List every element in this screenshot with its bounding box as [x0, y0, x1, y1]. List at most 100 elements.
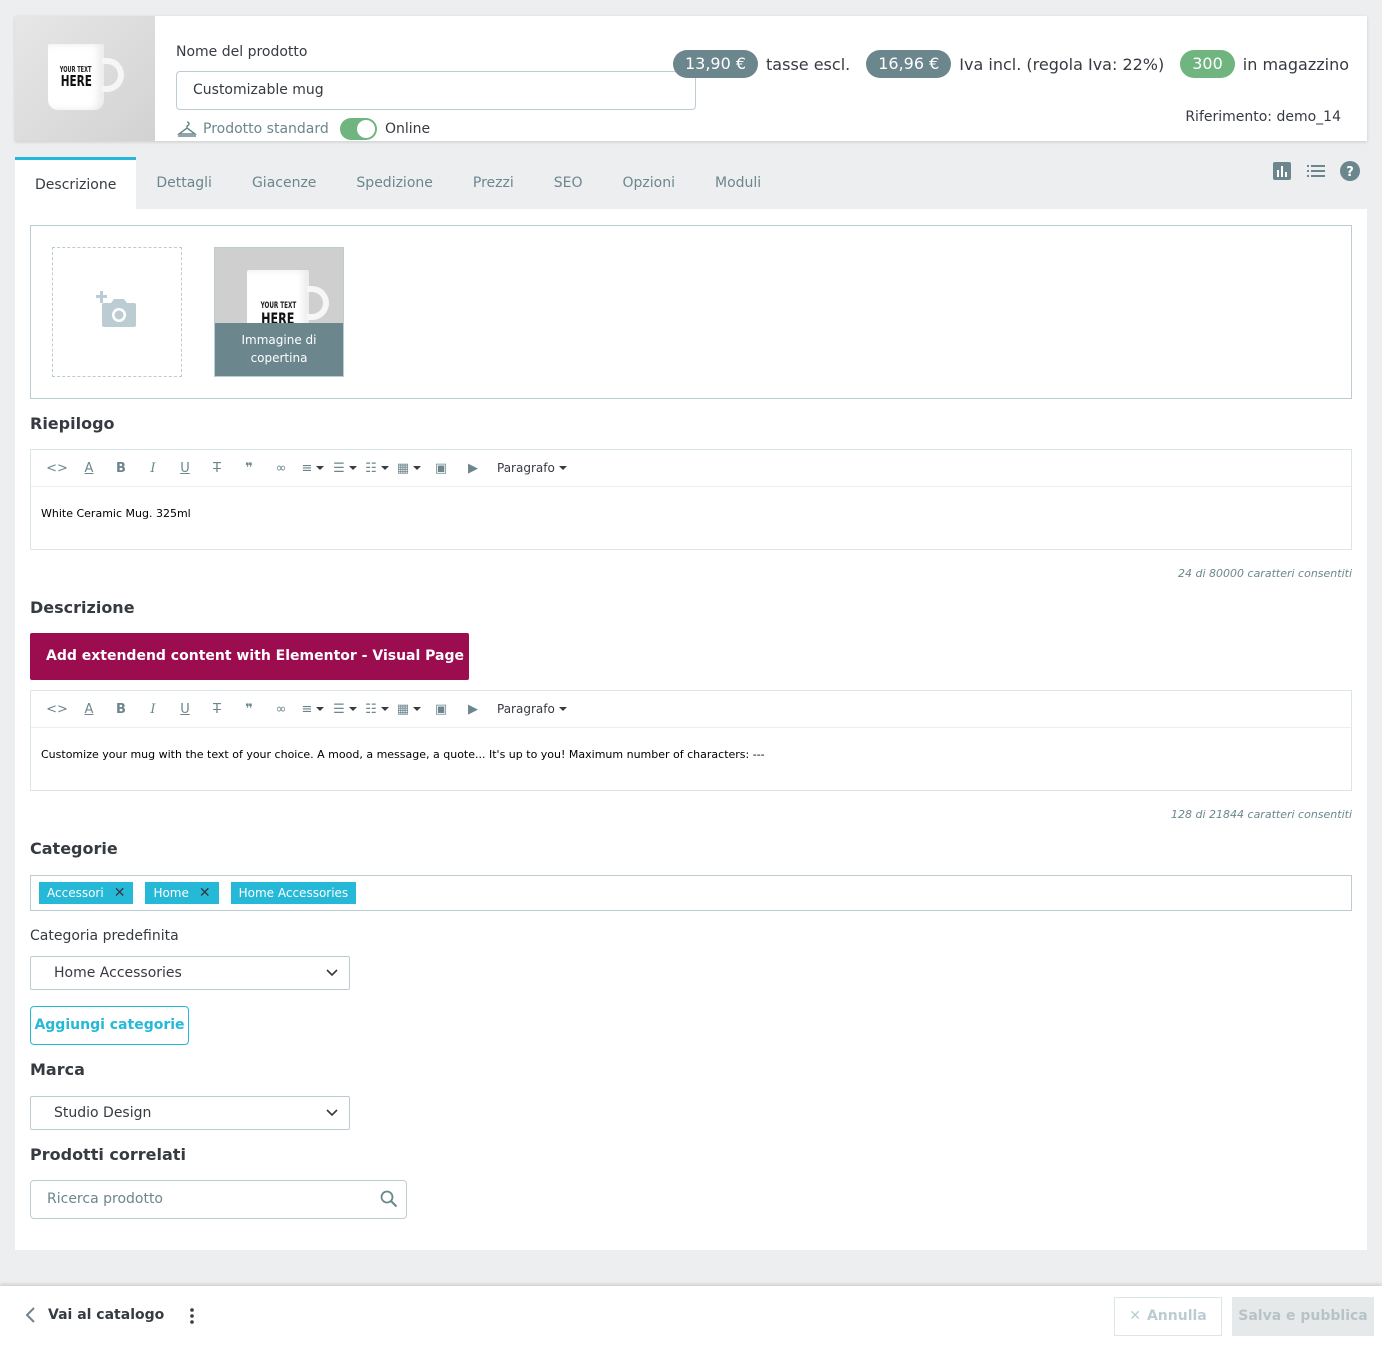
- search-icon: [380, 1190, 398, 1208]
- category-tag: Accessori ✕: [39, 882, 134, 904]
- summary-title: Riepilogo: [30, 414, 115, 433]
- bullet-list-icon[interactable]: ☰: [329, 450, 361, 487]
- italic-icon[interactable]: I: [137, 450, 169, 487]
- cancel-button[interactable]: ✕ Annulla: [1114, 1297, 1222, 1336]
- product-name-label: Nome del prodotto: [176, 44, 308, 60]
- category-tags[interactable]: Accessori ✕ Home ✕ Home Accessories: [30, 875, 1352, 911]
- text-color-icon[interactable]: A: [73, 450, 105, 487]
- stock-badge: 300: [1180, 50, 1235, 78]
- strikethrough-icon[interactable]: T: [201, 691, 233, 728]
- tab-prezzi[interactable]: Prezzi: [453, 157, 534, 210]
- tab-seo[interactable]: SEO: [534, 157, 603, 210]
- underline-icon[interactable]: U: [169, 691, 201, 728]
- price-incl-label: Iva incl. (regola Iva: 22%): [959, 54, 1165, 74]
- tab-dettagli[interactable]: Dettagli: [136, 157, 232, 210]
- remove-tag-icon[interactable]: ✕: [114, 882, 126, 904]
- default-category-select[interactable]: Home Accessories: [30, 956, 350, 990]
- remove-tag-icon[interactable]: ✕: [199, 882, 211, 904]
- align-icon[interactable]: ≡: [297, 450, 329, 487]
- tab-giacenze[interactable]: Giacenze: [232, 157, 336, 210]
- reference-text: Riferimento: demo_14: [1185, 109, 1341, 125]
- summary-toolbar: <> A B I U T ❞ ∞ ≡ ☰ ☷ ▦ ▣ ▶ Paragrafo: [31, 450, 1351, 487]
- table-icon[interactable]: ▦: [393, 450, 425, 487]
- chevron-down-icon: [326, 969, 338, 977]
- paragraph-format-select[interactable]: Paragrafo: [497, 450, 567, 487]
- svg-text:?: ?: [1346, 165, 1354, 180]
- summary-content[interactable]: White Ceramic Mug. 325ml: [31, 487, 1351, 540]
- code-icon[interactable]: <>: [41, 450, 73, 487]
- bold-icon[interactable]: B: [105, 450, 137, 487]
- close-icon: ✕: [1129, 1308, 1141, 1324]
- elementor-button[interactable]: Add extendend content with Elementor - V…: [30, 633, 469, 711]
- add-photo-icon: [96, 291, 136, 327]
- bold-icon[interactable]: B: [105, 691, 137, 728]
- image-gallery: YOUR TEXT HERE Immagine di copertina: [30, 225, 1352, 399]
- more-options-icon[interactable]: [189, 1307, 195, 1325]
- description-editor: <> A B I U T ❞ ∞ ≡ ☰ ☷ ▦ ▣ ▶ Paragrafo C…: [30, 690, 1352, 791]
- tab-opzioni[interactable]: Opzioni: [603, 157, 695, 210]
- table-icon[interactable]: ▦: [393, 691, 425, 728]
- list-icon[interactable]: [1306, 161, 1326, 181]
- strikethrough-icon[interactable]: T: [201, 450, 233, 487]
- default-category-label: Categoria predefinita: [30, 928, 179, 944]
- brand-title: Marca: [30, 1060, 85, 1079]
- related-search-input[interactable]: Ricerca prodotto: [30, 1180, 407, 1219]
- add-categories-button[interactable]: Aggiungi categorie: [30, 1006, 189, 1045]
- quote-icon[interactable]: ❞: [233, 450, 265, 487]
- underline-icon[interactable]: U: [169, 450, 201, 487]
- online-toggle[interactable]: [340, 118, 377, 140]
- align-icon[interactable]: ≡: [297, 691, 329, 728]
- stats-icon[interactable]: [1272, 161, 1292, 181]
- description-title: Descrizione: [30, 598, 135, 617]
- footer-bar: Vai al catalogo ✕ Annulla Salva e pubblic…: [0, 1286, 1382, 1346]
- description-toolbar: <> A B I U T ❞ ∞ ≡ ☰ ☷ ▦ ▣ ▶ Paragrafo: [31, 691, 1351, 728]
- price-excl-label: tasse escl.: [766, 54, 851, 74]
- numbered-list-icon[interactable]: ☷: [361, 450, 393, 487]
- category-tag: Home ✕: [145, 882, 219, 904]
- image-icon[interactable]: ▣: [425, 691, 457, 728]
- price-incl-badge: 16,96 €: [866, 50, 952, 78]
- product-header: YOUR TEXT HERE Nome del prodotto Customi…: [15, 16, 1367, 141]
- category-tag: Home Accessories: [230, 882, 357, 904]
- tab-descrizione[interactable]: Descrizione: [15, 157, 137, 210]
- product-tabs: Descrizione Dettagli Giacenze Spedizione…: [15, 157, 781, 210]
- summary-editor: <> A B I U T ❞ ∞ ≡ ☰ ☷ ▦ ▣ ▶ Paragrafo W…: [30, 449, 1352, 550]
- related-title: Prodotti correlati: [30, 1145, 186, 1164]
- help-icon[interactable]: ?: [1340, 161, 1360, 181]
- chevron-down-icon: [326, 1109, 338, 1117]
- quote-icon[interactable]: ❞: [233, 691, 265, 728]
- link-icon[interactable]: ∞: [265, 691, 297, 728]
- description-content[interactable]: Customize your mug with the text of your…: [31, 728, 1351, 781]
- product-name-input[interactable]: Customizable mug: [176, 71, 696, 110]
- hanger-icon: [177, 121, 197, 137]
- cover-image[interactable]: YOUR TEXT HERE Immagine di copertina: [214, 247, 344, 377]
- back-to-catalog-link[interactable]: Vai al catalogo: [24, 1306, 164, 1324]
- save-publish-button[interactable]: Salva e pubblica: [1232, 1297, 1374, 1336]
- text-color-icon[interactable]: A: [73, 691, 105, 728]
- italic-icon[interactable]: I: [137, 691, 169, 728]
- categories-title: Categorie: [30, 839, 118, 858]
- cover-caption: Immagine di copertina: [215, 323, 343, 376]
- product-type-selector[interactable]: Prodotto standard: [177, 120, 329, 138]
- stock-label: in magazzino: [1242, 54, 1349, 74]
- bullet-list-icon[interactable]: ☰: [329, 691, 361, 728]
- paragraph-format-select[interactable]: Paragrafo: [497, 691, 567, 728]
- online-label: Online: [385, 121, 431, 137]
- image-icon[interactable]: ▣: [425, 450, 457, 487]
- price-summary: 13,90 € tasse escl. 16,96 € Iva incl. (r…: [672, 50, 1349, 78]
- tab-spedizione[interactable]: Spedizione: [336, 157, 452, 210]
- media-icon[interactable]: ▶: [457, 691, 489, 728]
- chevron-left-icon: [25, 1307, 35, 1323]
- numbered-list-icon[interactable]: ☷: [361, 691, 393, 728]
- summary-counter: 24 di 80000 caratteri consentiti: [1178, 567, 1352, 580]
- description-panel: YOUR TEXT HERE Immagine di copertina Rie…: [15, 209, 1367, 1250]
- code-icon[interactable]: <>: [41, 691, 73, 728]
- product-thumbnail: YOUR TEXT HERE: [15, 16, 155, 141]
- brand-select[interactable]: Studio Design: [30, 1096, 350, 1130]
- tab-tools: ?: [1272, 161, 1360, 181]
- image-dropzone[interactable]: [52, 247, 182, 377]
- media-icon[interactable]: ▶: [457, 450, 489, 487]
- link-icon[interactable]: ∞: [265, 450, 297, 487]
- price-excl-badge: 13,90 €: [672, 50, 759, 78]
- tab-moduli[interactable]: Moduli: [695, 157, 781, 210]
